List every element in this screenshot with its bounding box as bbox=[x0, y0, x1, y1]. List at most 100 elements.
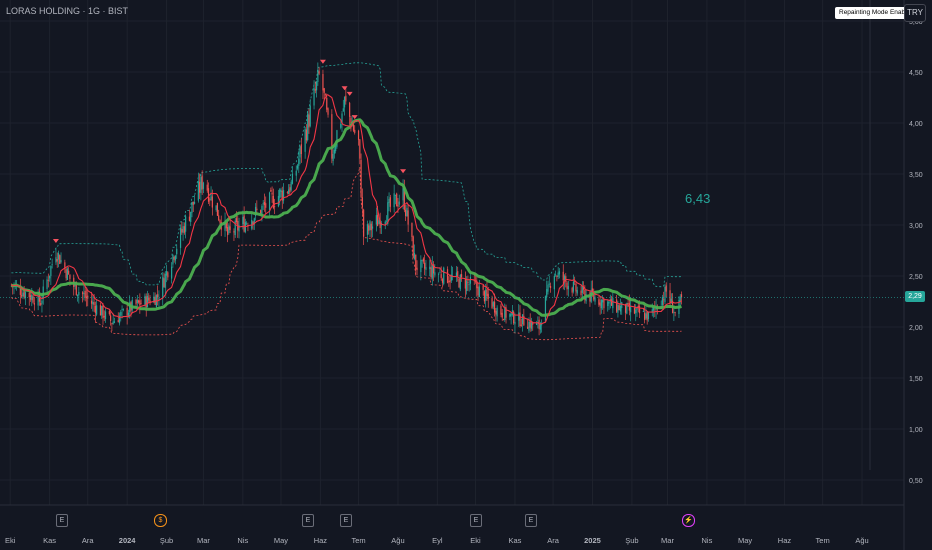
candle-body bbox=[594, 297, 596, 302]
candle-body bbox=[280, 189, 282, 192]
candle-body bbox=[65, 269, 67, 279]
candle-body bbox=[48, 275, 51, 279]
candle-body bbox=[206, 184, 208, 191]
candle-body bbox=[181, 229, 183, 233]
candle-body bbox=[314, 89, 316, 91]
candle-body bbox=[448, 281, 450, 283]
price-chart[interactable]: 5,004,504,003,503,002,502,001,501,000,50… bbox=[0, 0, 932, 550]
candle-body bbox=[514, 321, 516, 325]
candle-body bbox=[85, 296, 88, 299]
candle-body bbox=[55, 257, 57, 263]
candle-body bbox=[136, 299, 138, 304]
candle-body bbox=[164, 273, 166, 288]
currency-button[interactable]: TRY bbox=[904, 4, 926, 22]
candle-body bbox=[558, 271, 561, 275]
candle-body bbox=[139, 300, 141, 306]
earnings-event-icon[interactable]: E bbox=[56, 514, 68, 527]
candle-body bbox=[76, 294, 79, 297]
upper-band-series bbox=[11, 62, 682, 288]
candle-body bbox=[496, 307, 498, 317]
candle-body bbox=[226, 227, 229, 236]
candle-body bbox=[627, 303, 629, 304]
candle-body bbox=[191, 201, 193, 213]
candle-body bbox=[218, 215, 220, 221]
candle-body bbox=[66, 268, 68, 281]
candle-body bbox=[94, 305, 96, 313]
x-tick-label: Şub bbox=[625, 536, 638, 545]
candle-body bbox=[598, 299, 600, 305]
candle-body bbox=[501, 312, 503, 318]
candle-body bbox=[342, 108, 344, 112]
candle-body bbox=[500, 305, 502, 315]
x-tick-label: Tem bbox=[816, 536, 830, 545]
candle-body bbox=[179, 227, 182, 248]
candle-body bbox=[575, 283, 577, 292]
symbol-title[interactable]: LORAS HOLDING · 1G · BIST bbox=[6, 6, 128, 16]
candle-body bbox=[246, 223, 248, 225]
x-tick-label: Mar bbox=[661, 536, 674, 545]
candle-body bbox=[277, 196, 280, 207]
candle-body bbox=[580, 290, 582, 296]
candle-body bbox=[495, 310, 497, 315]
candle-body bbox=[440, 274, 442, 279]
sell-signal-marker bbox=[346, 91, 353, 96]
candle-body bbox=[556, 276, 558, 277]
candle-body bbox=[664, 286, 666, 303]
earnings-event-icon[interactable]: E bbox=[525, 514, 537, 527]
candle-body bbox=[219, 220, 221, 223]
candle-body bbox=[233, 231, 235, 233]
candle-body bbox=[148, 297, 150, 301]
candle-body bbox=[140, 303, 142, 305]
candle-body bbox=[354, 129, 356, 133]
candle-body bbox=[366, 224, 369, 235]
candle-body bbox=[411, 223, 413, 237]
candle-body bbox=[111, 323, 113, 325]
split-event-icon[interactable]: ⚡ bbox=[682, 514, 695, 527]
candle-body bbox=[478, 286, 480, 298]
candle-body bbox=[644, 312, 646, 320]
candle-body bbox=[619, 305, 622, 312]
candle-body bbox=[617, 305, 619, 313]
candle-body bbox=[438, 273, 440, 275]
candle-body bbox=[272, 195, 274, 209]
candle-body bbox=[415, 254, 417, 270]
candle-body bbox=[68, 270, 70, 274]
candle-body bbox=[37, 293, 39, 306]
candle-body bbox=[572, 281, 575, 292]
candle-body bbox=[326, 97, 328, 110]
candle-body bbox=[361, 197, 363, 208]
candle-body bbox=[535, 323, 538, 326]
candle-body bbox=[121, 308, 123, 310]
x-tick-label: Ağu bbox=[855, 536, 868, 545]
candle-body bbox=[261, 205, 263, 215]
candle-body bbox=[90, 300, 93, 304]
candle-body bbox=[464, 278, 466, 289]
candle-body bbox=[562, 271, 564, 281]
candle-body bbox=[317, 69, 319, 82]
y-tick-label: 3,00 bbox=[909, 223, 923, 230]
candle-body bbox=[122, 309, 124, 310]
earnings-event-icon[interactable]: E bbox=[302, 514, 314, 527]
candle-body bbox=[69, 274, 71, 279]
candle-body bbox=[459, 274, 461, 290]
candle-body bbox=[173, 256, 175, 260]
candle-body bbox=[288, 189, 290, 194]
earnings-event-icon[interactable]: E bbox=[470, 514, 482, 527]
candle-body bbox=[388, 199, 390, 203]
candle-body bbox=[93, 302, 95, 306]
candle-body bbox=[215, 205, 217, 211]
candle-body bbox=[60, 260, 62, 263]
candle-body bbox=[469, 277, 472, 284]
x-tick-label: Ara bbox=[82, 536, 95, 545]
candle-body bbox=[251, 219, 253, 229]
candle-body bbox=[333, 149, 335, 154]
y-tick-label: 4,00 bbox=[909, 121, 923, 128]
candle-body bbox=[309, 105, 311, 127]
y-tick-label: 2,50 bbox=[909, 274, 923, 281]
x-tick-label: May bbox=[738, 536, 752, 545]
dividend-event-icon[interactable]: $ bbox=[154, 514, 167, 527]
earnings-event-icon[interactable]: E bbox=[340, 514, 352, 527]
candle-body bbox=[378, 220, 380, 224]
candle-body bbox=[680, 294, 683, 298]
candle-body bbox=[363, 209, 365, 237]
